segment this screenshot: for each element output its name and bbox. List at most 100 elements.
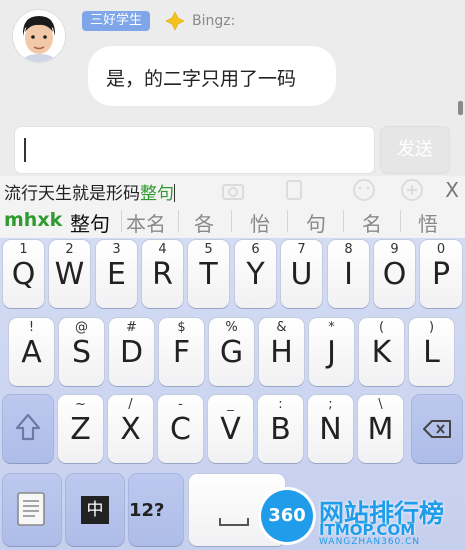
composition-highlight: 整句	[140, 184, 174, 205]
candidate-item[interactable]: 各	[194, 208, 214, 237]
key-o[interactable]: 9 O	[374, 240, 415, 308]
key-sub-label: _	[227, 397, 234, 412]
key-sub-label: @	[75, 320, 88, 335]
key-sub-label: 6	[251, 242, 260, 257]
key-m[interactable]: \ M	[358, 395, 403, 463]
avatar[interactable]	[13, 10, 65, 62]
key-f[interactable]: $ F	[159, 318, 204, 386]
key-sub-label: ;	[328, 397, 333, 412]
shift-arrow-icon	[15, 413, 41, 441]
key-sub-label: #	[126, 320, 137, 335]
diamond-icon	[165, 11, 185, 31]
key-t[interactable]: 5 T	[188, 240, 229, 308]
backspace-icon	[423, 420, 451, 438]
key-label: A	[21, 335, 42, 370]
composition-row: 流行天生就是形码整句 X	[0, 176, 465, 205]
key-a[interactable]: ! A	[9, 318, 54, 386]
candidate-item[interactable]: 本名	[126, 208, 166, 237]
candidate-divider	[121, 210, 122, 232]
key-q[interactable]: 1 Q	[3, 240, 44, 308]
shift-key[interactable]	[3, 395, 53, 463]
key-label: O	[382, 257, 407, 292]
key-label: Y	[246, 257, 265, 292]
key-label: Q	[11, 257, 36, 292]
send-button[interactable]: 发送	[381, 127, 449, 173]
key-p[interactable]: 0 P	[420, 240, 462, 308]
chinese-mode-label: 中	[81, 496, 109, 524]
key-e[interactable]: 3 E	[96, 240, 137, 308]
scrollbar[interactable]	[458, 101, 463, 115]
key-k[interactable]: ( K	[359, 318, 404, 386]
key-z[interactable]: ~ Z	[58, 395, 103, 463]
menu-key[interactable]	[3, 474, 61, 546]
message-bubble[interactable]: 是，的二字只用了一码	[88, 46, 336, 106]
key-label: B	[270, 412, 291, 447]
key-sub-label: 0	[436, 242, 446, 257]
candidate-item[interactable]: 悟	[418, 208, 438, 237]
candidate-item[interactable]: 整句	[70, 208, 110, 237]
key-label: G	[219, 335, 244, 370]
key-sub-label: /	[128, 397, 133, 412]
key-d[interactable]: # D	[109, 318, 154, 386]
key-c[interactable]: - C	[158, 395, 203, 463]
notes-icon	[17, 492, 45, 526]
sender-name: Bingz:	[192, 13, 236, 29]
candidate-divider	[343, 210, 344, 232]
chinese-mode-key[interactable]: 中	[66, 474, 124, 546]
key-sub-label: 1	[19, 242, 28, 257]
watermark: 360 网站排行榜 ITMOP.COM WANGZHAN360.CN	[253, 490, 465, 550]
candidate-bar: mhxk 整句 本名 各 怡 句 名 悟	[0, 204, 465, 239]
key-sub-label: *	[328, 320, 335, 335]
number-mode-label: 12?	[129, 500, 165, 521]
key-x[interactable]: / X	[108, 395, 153, 463]
space-icon	[219, 518, 249, 526]
key-l[interactable]: ) L	[409, 318, 454, 386]
key-sub-label: (	[378, 320, 385, 335]
key-j[interactable]: * J	[309, 318, 354, 386]
key-label: J	[327, 335, 336, 370]
key-n[interactable]: ; N	[308, 395, 353, 463]
key-sub-label: 8	[344, 242, 353, 257]
number-mode-key[interactable]: 12?	[129, 474, 183, 546]
key-w[interactable]: 2 W	[49, 240, 90, 308]
text-caret	[24, 138, 26, 162]
candidate-item[interactable]: 怡	[250, 208, 270, 237]
backspace-key[interactable]	[412, 395, 462, 463]
key-u[interactable]: 7 U	[281, 240, 322, 308]
candidate-item[interactable]: 句	[306, 208, 326, 237]
key-label: X	[120, 412, 141, 447]
camera-icon	[222, 184, 244, 200]
key-label: U	[290, 257, 313, 292]
file-icon	[286, 180, 302, 200]
candidate-item[interactable]: 名	[362, 208, 382, 237]
composition-caret	[174, 184, 175, 202]
key-i[interactable]: 8 I	[328, 240, 369, 308]
candidate-divider	[400, 210, 401, 232]
key-label: V	[220, 412, 241, 447]
key-label: I	[344, 257, 353, 292]
key-sub-label: 9	[390, 242, 399, 257]
message-input[interactable]	[15, 127, 374, 173]
composition-text[interactable]: 流行天生就是形码整句	[4, 179, 175, 205]
key-y[interactable]: 6 Y	[235, 240, 276, 308]
key-r[interactable]: 4 R	[142, 240, 183, 308]
key-label: Z	[70, 412, 91, 447]
key-label: C	[170, 412, 191, 447]
key-sub-label: !	[28, 320, 35, 335]
input-code: mhxk	[4, 209, 63, 231]
key-sub-label: 7	[297, 242, 306, 257]
close-icon[interactable]: X	[445, 178, 459, 202]
watermark-logo: 360	[261, 490, 313, 542]
key-label: N	[319, 412, 342, 447]
key-h[interactable]: & H	[259, 318, 304, 386]
key-sub-label: 3	[112, 242, 121, 257]
key-b[interactable]: : B	[258, 395, 303, 463]
key-label: D	[119, 335, 144, 370]
watermark-subdomain: WANGZHAN360.CN	[319, 537, 421, 547]
key-v[interactable]: _ V	[208, 395, 253, 463]
key-g[interactable]: % G	[209, 318, 254, 386]
candidate-divider	[287, 210, 288, 232]
composition-committed: 流行天生就是形码	[4, 184, 140, 205]
add-icon	[401, 179, 423, 201]
key-s[interactable]: @ S	[59, 318, 104, 386]
